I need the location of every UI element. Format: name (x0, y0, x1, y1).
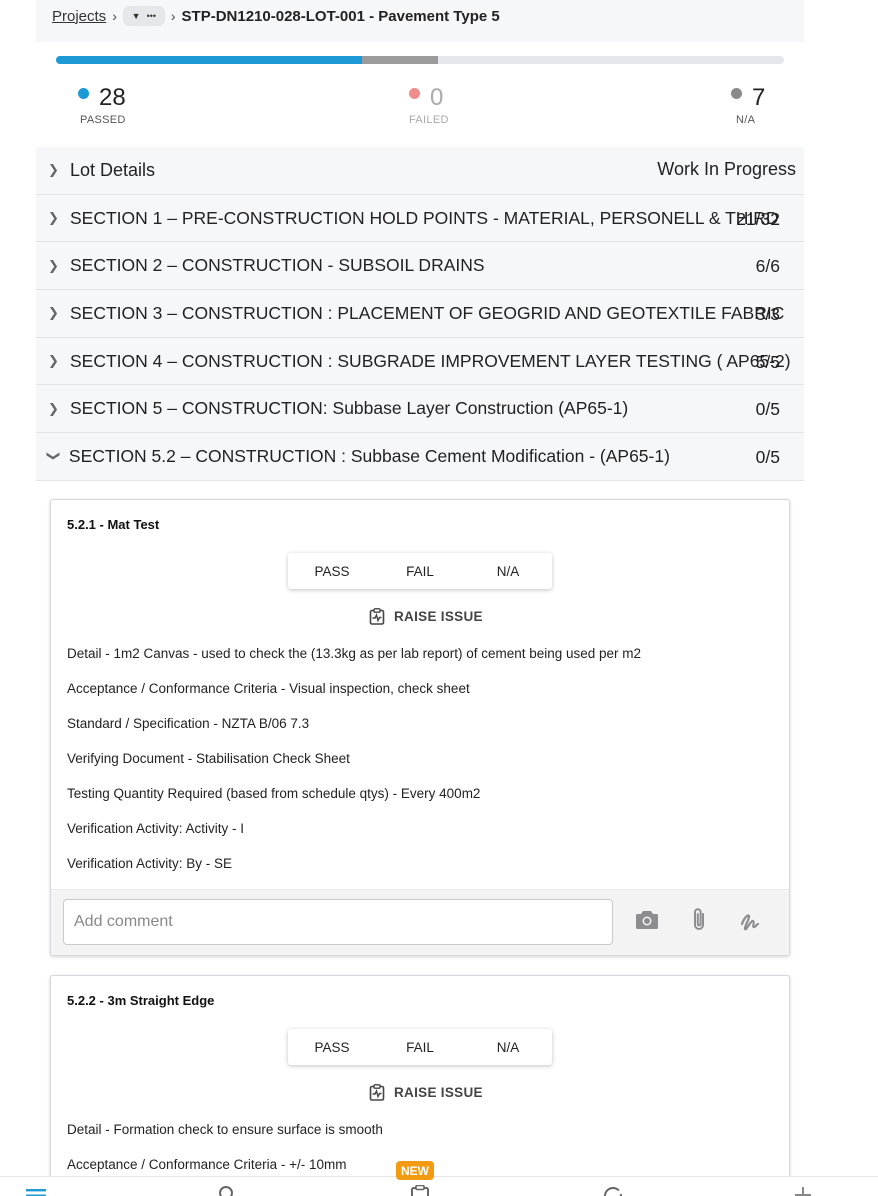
na-dot-icon (731, 87, 742, 99)
breadcrumb-projects-link[interactable]: Projects (52, 8, 106, 25)
stat-na-label: N/A (736, 114, 756, 126)
chevron-right-icon: ❯ (48, 400, 59, 416)
add-icon[interactable] (794, 1185, 812, 1196)
lot-details-title: Lot Details (70, 159, 156, 180)
chevron-right-icon: › (112, 8, 117, 24)
fail-button[interactable]: FAIL (376, 553, 464, 589)
result-button-group: PASS FAIL N/A (288, 1029, 552, 1065)
stat-passed: 28 PASSED (78, 84, 126, 126)
inspection-progress-bar (56, 56, 784, 64)
progress-na-segment (361, 56, 439, 64)
item-detail-line: Verification Activity: By - SE (67, 856, 233, 871)
clipboard-pulse-icon (369, 608, 385, 625)
more-icon: ••• (146, 11, 157, 21)
result-button-group: PASS FAIL N/A (288, 553, 552, 589)
item-detail-line: Testing Quantity Required (based from sc… (67, 786, 481, 801)
camera-icon[interactable] (635, 909, 659, 930)
breadcrumb-current: STP-DN1210-028-LOT-001 - Pavement Type 5 (181, 7, 500, 25)
chevron-right-icon: ❯ (48, 257, 59, 273)
na-button[interactable]: N/A (464, 553, 552, 589)
progress-passed-segment (56, 56, 362, 64)
breadcrumb: Projects › ▼ ••• › STP-DN1210-028-LOT-00… (52, 6, 500, 26)
section-row[interactable]: ❯ SECTION 4 – CONSTRUCTION : SUBGRADE IM… (36, 337, 804, 386)
raise-issue-button[interactable]: RAISE ISSUE (369, 1084, 483, 1101)
pass-button[interactable]: PASS (288, 1029, 376, 1065)
raise-issue-label: RAISE ISSUE (394, 1085, 483, 1100)
item-detail-line: Detail - 1m2 Canvas - used to check the … (67, 646, 642, 661)
section-count: 21/32 (736, 208, 780, 229)
pass-button[interactable]: PASS (288, 553, 376, 589)
section-title: SECTION 1 – PRE-CONSTRUCTION HOLD POINTS… (70, 207, 779, 228)
section-title: SECTION 4 – CONSTRUCTION : SUBGRADE IMPR… (70, 350, 791, 371)
section-count: 5/5 (755, 351, 780, 372)
na-button[interactable]: N/A (464, 1029, 552, 1065)
new-badge: NEW (396, 1161, 434, 1180)
menu-icon[interactable] (26, 1189, 46, 1196)
failed-dot-icon (409, 87, 420, 99)
lot-status: Work In Progress (657, 159, 796, 179)
stat-failed: 0 FAILED (409, 84, 449, 126)
section-row[interactable]: ❯ SECTION 5 – CONSTRUCTION: Subbase Laye… (36, 385, 804, 434)
sync-icon[interactable] (602, 1185, 624, 1196)
section-row[interactable]: ❯ SECTION 2 – CONSTRUCTION - SUBSOIL DRA… (36, 242, 804, 291)
item-detail-line: Detail - Formation check to ensure surfa… (67, 1122, 383, 1137)
section-title: SECTION 5.2 – CONSTRUCTION : Subbase Cem… (68, 445, 670, 466)
comment-footer (51, 889, 789, 955)
section-row[interactable]: ❯ SECTION 1 – PRE-CONSTRUCTION HOLD POIN… (36, 194, 804, 243)
raise-issue-button[interactable]: RAISE ISSUE (369, 608, 483, 625)
section-count: 0/5 (755, 447, 780, 468)
chevron-right-icon: ❯ (48, 210, 59, 226)
section-row-expanded[interactable]: ❯ SECTION 5.2 – CONSTRUCTION : Subbase C… (36, 433, 804, 481)
item-title: 5.2.1 - Mat Test (67, 517, 160, 532)
stat-failed-label: FAILED (409, 114, 449, 126)
stat-passed-label: PASSED (80, 114, 126, 126)
section-title: SECTION 2 – CONSTRUCTION - SUBSOIL DRAIN… (70, 255, 485, 276)
comment-input[interactable] (63, 899, 613, 945)
item-detail-line: Verifying Document - Stabilisation Check… (67, 751, 350, 766)
stat-na-value: 7 (752, 84, 766, 111)
section-row[interactable]: ❯ SECTION 3 – CONSTRUCTION : PLACEMENT O… (36, 290, 804, 338)
chevron-right-icon: › (170, 8, 176, 24)
item-detail-line: Acceptance / Conformance Criteria - Visu… (67, 681, 470, 696)
item-detail-line: Standard / Specification - NZTA B/06 7.3 (67, 716, 310, 731)
raise-issue-label: RAISE ISSUE (394, 609, 483, 624)
stat-failed-value: 0 (430, 84, 444, 111)
checklist-item-card: 5.2.1 - Mat Test PASS FAIL N/A RAISE ISS… (50, 499, 790, 956)
chevron-right-icon: ❯ (48, 162, 59, 178)
breadcrumb-more-button[interactable]: ▼ ••• (122, 6, 165, 26)
chevron-right-icon: ❯ (48, 353, 59, 369)
lot-details-row[interactable]: ❯ Lot Details Work In Progress (36, 147, 804, 195)
clipboard-pulse-icon (369, 1084, 385, 1101)
passed-dot-icon (78, 87, 89, 99)
item-detail-line: Acceptance / Conformance Criteria - +/- … (67, 1157, 347, 1172)
caret-down-icon: ▼ (131, 11, 141, 21)
clipboard-icon[interactable] (410, 1185, 430, 1196)
stat-na: 7 N/A (731, 84, 765, 126)
section-title: SECTION 3 – CONSTRUCTION : PLACEMENT OF … (70, 302, 785, 323)
attachment-icon[interactable] (691, 907, 707, 933)
section-count: 6/6 (755, 256, 780, 277)
sections-accordion: ❯ Lot Details Work In Progress ❯ SECTION… (36, 147, 804, 481)
chevron-down-icon: ❯ (46, 451, 62, 462)
stat-passed-value: 28 (99, 84, 126, 111)
item-title: 5.2.2 - 3m Straight Edge (67, 993, 215, 1008)
chevron-right-icon: ❯ (48, 305, 59, 321)
section-count: 0/5 (755, 399, 780, 420)
bottom-navigation (0, 1176, 878, 1196)
search-icon[interactable] (217, 1185, 235, 1196)
fail-button[interactable]: FAIL (376, 1029, 464, 1065)
signature-icon[interactable] (739, 910, 763, 932)
section-title: SECTION 5 – CONSTRUCTION: Subbase Layer … (70, 398, 629, 419)
item-detail-line: Verification Activity: Activity - I (67, 821, 245, 836)
section-count: 3/3 (755, 304, 780, 325)
